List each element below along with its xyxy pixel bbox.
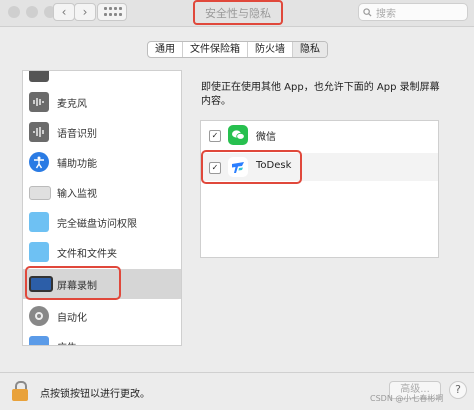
sidebar-item-full-disk-access[interactable]: 完全磁盘访问权限: [23, 207, 181, 237]
search-input[interactable]: 搜索: [358, 3, 468, 21]
wechat-icon: [228, 125, 248, 145]
sidebar-item-automation[interactable]: 自动化: [23, 301, 181, 331]
wechat-checkbox[interactable]: ✓: [209, 130, 221, 142]
help-button[interactable]: ?: [449, 381, 467, 399]
partial-icon: [29, 71, 49, 82]
folder-icon: [29, 212, 49, 232]
minimize-window-button[interactable]: [26, 6, 38, 18]
tab-filevault[interactable]: 文件保险箱: [183, 42, 248, 57]
sidebar-item-speech-recognition[interactable]: 语音识别: [23, 117, 181, 147]
app-list[interactable]: ✓ 微信 ✓ ToDesk: [200, 120, 439, 258]
keyboard-icon: [29, 186, 51, 200]
window-title: 安全性与隐私: [193, 0, 283, 25]
screen-recording-description: 即使正在使用其他 App，也允许下面的 App 录制屏幕内容。: [201, 82, 440, 107]
tab-general[interactable]: 通用: [148, 42, 183, 57]
tab-privacy[interactable]: 隐私: [293, 42, 327, 57]
ads-icon: [29, 336, 49, 345]
tab-firewall[interactable]: 防火墙: [248, 42, 293, 57]
privacy-category-list[interactable]: 麦克风 语音识别 辅助功能 输入监视 完全磁盘访问权限 文件和文件夹 屏幕录制 …: [22, 70, 182, 346]
forward-button[interactable]: ›: [74, 3, 96, 21]
todesk-highlight: [201, 150, 302, 184]
chevron-right-icon: ›: [82, 5, 88, 19]
search-icon: [363, 7, 372, 17]
sidebar-item-microphone[interactable]: 麦克风: [23, 87, 181, 117]
gear-icon: [29, 306, 49, 326]
grid-icon: [104, 7, 107, 10]
show-all-button[interactable]: [97, 3, 127, 21]
sidebar-item-ads[interactable]: 广告: [23, 331, 181, 345]
back-button[interactable]: ‹: [53, 3, 75, 21]
watermark: CSDN @小七春彬啊: [370, 394, 444, 403]
tab-bar: 通用 文件保险箱 防火墙 隐私: [147, 41, 328, 58]
app-row-wechat[interactable]: ✓ 微信: [201, 121, 438, 149]
microphone-icon: [29, 92, 49, 112]
window-toolbar: ‹ › 安全性与隐私 搜索: [0, 0, 474, 27]
folder-icon: [29, 242, 49, 262]
speech-recognition-icon: [29, 122, 49, 142]
accessibility-icon: [29, 152, 49, 172]
lock-icon[interactable]: [12, 381, 28, 401]
lock-hint-text: 点按锁按钮以进行更改。: [40, 389, 150, 400]
chevron-left-icon: ‹: [61, 5, 67, 19]
sidebar-item-files-and-folders[interactable]: 文件和文件夹: [23, 237, 181, 267]
sidebar-item-input-monitoring[interactable]: 输入监视: [23, 177, 181, 207]
screen-recording-highlight: [25, 266, 121, 300]
sidebar-item-partial[interactable]: [23, 71, 181, 87]
close-window-button[interactable]: [8, 6, 20, 18]
search-placeholder: 搜索: [376, 8, 396, 20]
footer-bar: 点按锁按钮以进行更改。 高级... ?: [0, 372, 474, 410]
app-name-wechat: 微信: [256, 132, 276, 143]
sidebar-item-accessibility[interactable]: 辅助功能: [23, 147, 181, 177]
